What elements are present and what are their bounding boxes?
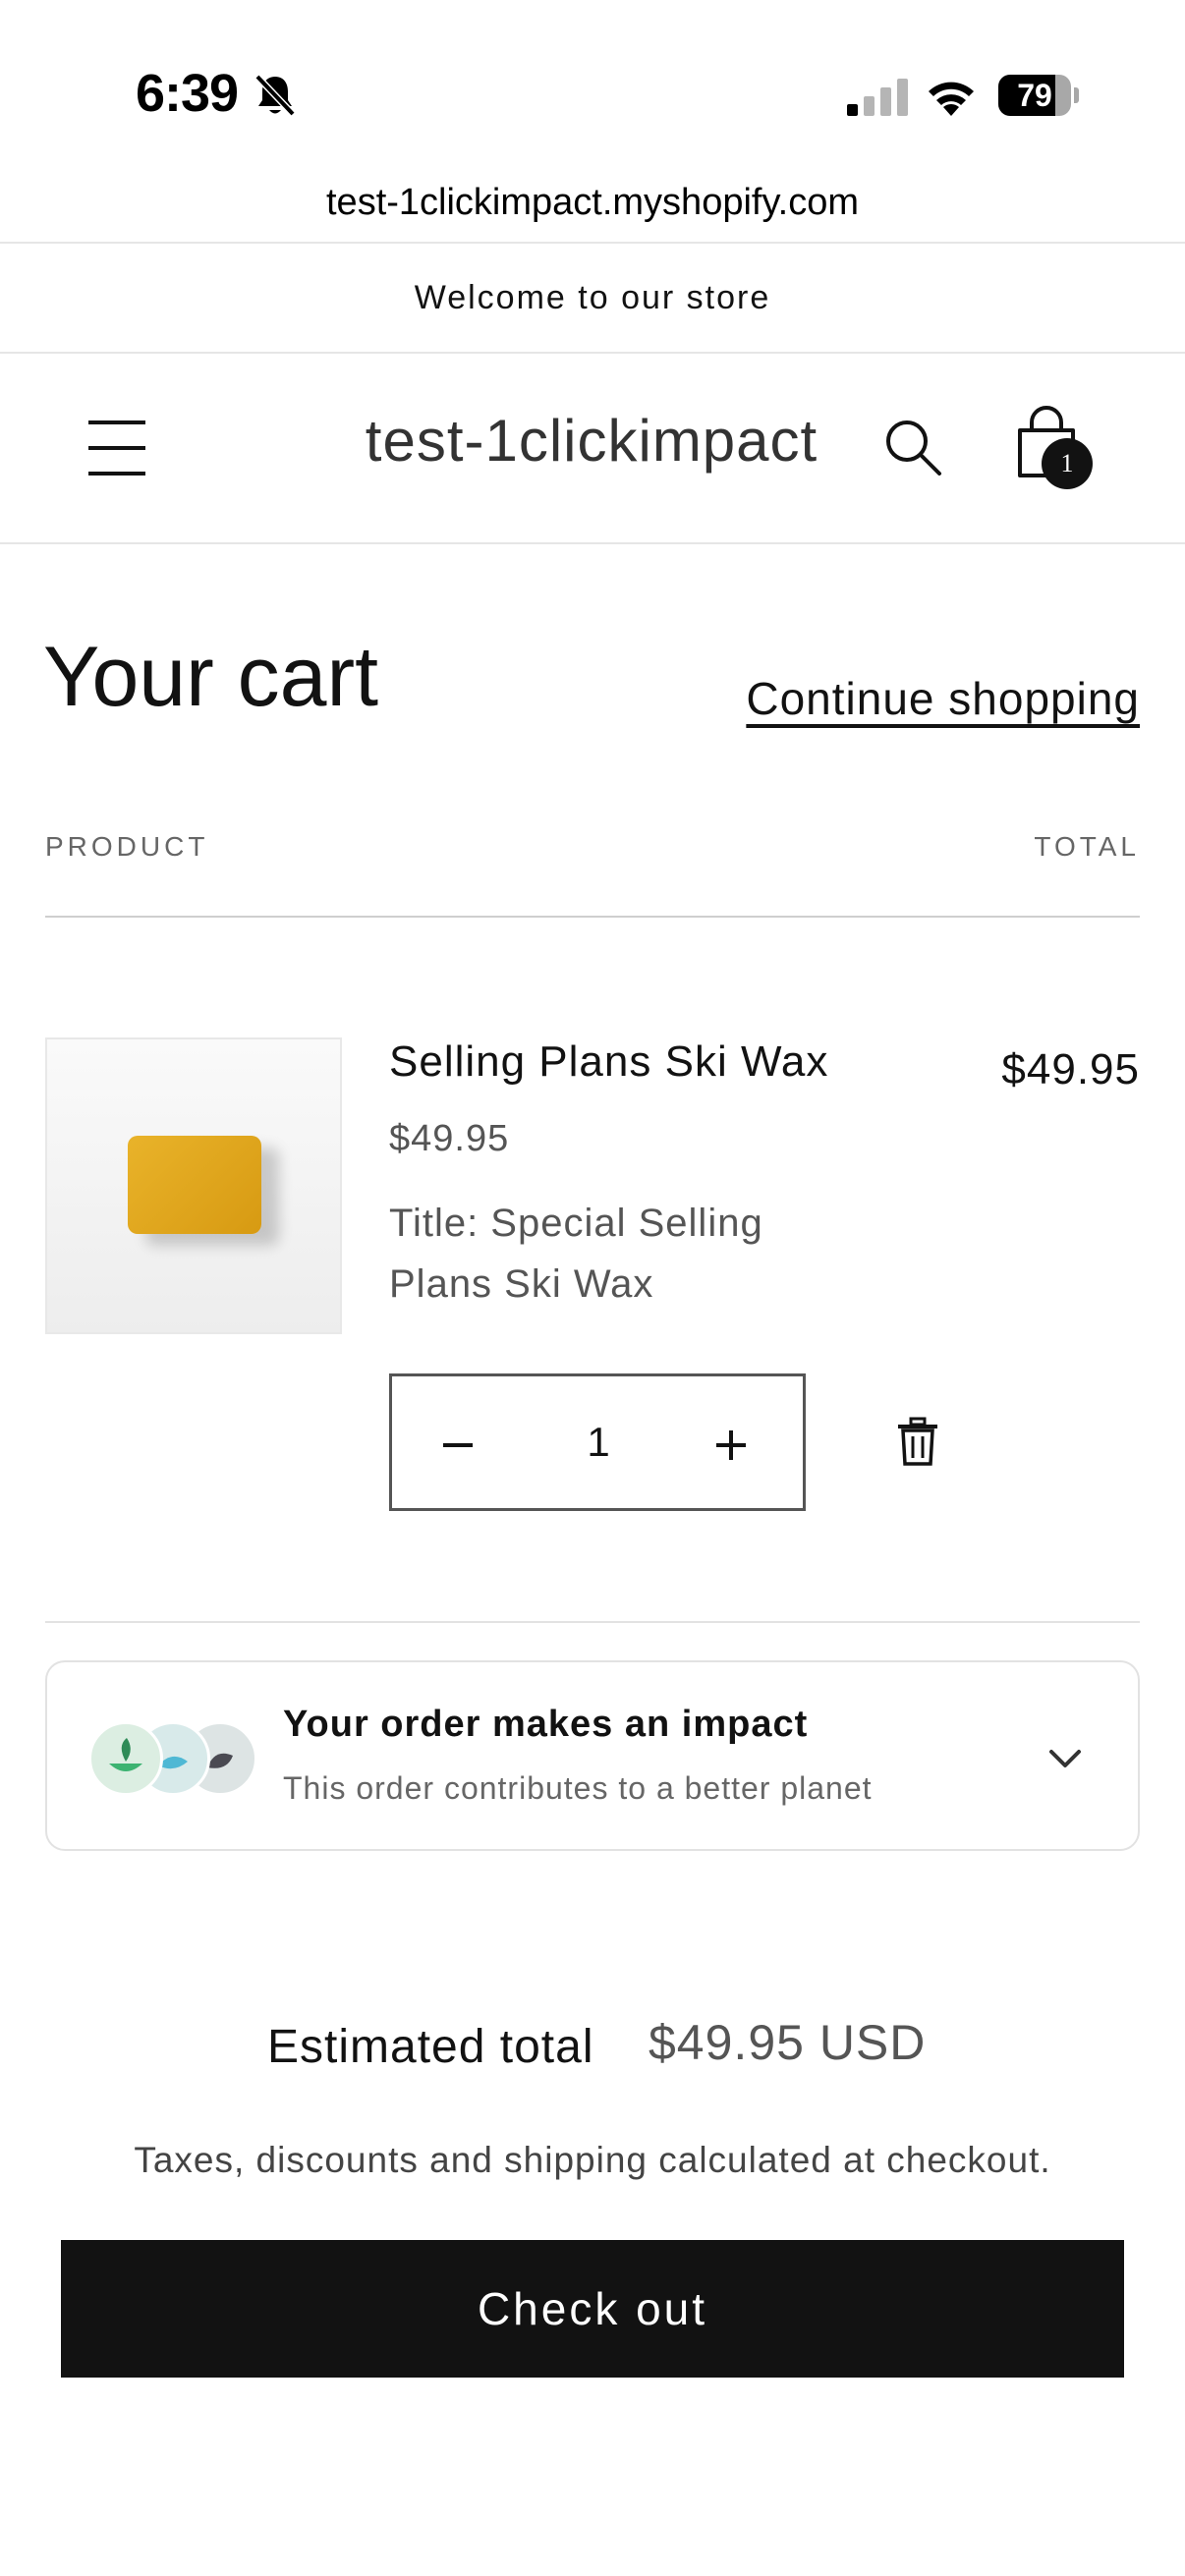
- browser-url[interactable]: test-1clickimpact.myshopify.com: [0, 173, 1185, 232]
- chevron-down-icon[interactable]: [1044, 1737, 1087, 1780]
- page-title: Your cart: [43, 630, 379, 724]
- announcement-bar: Welcome to our store: [414, 279, 771, 316]
- store-name[interactable]: test-1clickimpact: [295, 407, 888, 475]
- divider: [45, 916, 1140, 918]
- divider: [0, 352, 1185, 354]
- continue-shopping-link[interactable]: Continue shopping: [746, 672, 1140, 725]
- impact-accordion[interactable]: Your order makes an impact This order co…: [45, 1660, 1140, 1851]
- line-item-total: $49.95: [1001, 1045, 1140, 1093]
- product-unit-price: $49.95: [389, 1118, 510, 1159]
- bell-muted-icon: [254, 74, 296, 117]
- quantity-stepper: 1: [389, 1373, 806, 1511]
- quantity-input[interactable]: 1: [520, 1376, 677, 1508]
- impact-title: Your order makes an impact: [283, 1704, 809, 1745]
- impact-subtitle: This order contributes to a better plane…: [283, 1770, 873, 1806]
- wifi-icon: [929, 82, 974, 116]
- estimated-total-label: Estimated total: [267, 2021, 594, 2073]
- estimated-total-value: $49.95 USD: [649, 2015, 927, 2070]
- cellular-signal-icon: [847, 79, 908, 116]
- divider: [45, 1621, 1140, 1623]
- increase-quantity-button[interactable]: [695, 1406, 773, 1484]
- menu-icon[interactable]: [88, 420, 145, 476]
- checkout-button[interactable]: Check out: [61, 2240, 1124, 2378]
- total-column-header: TOTAL: [1034, 831, 1140, 862]
- cart-count-badge: 1: [1042, 438, 1093, 489]
- ski-wax-bar-image: [128, 1136, 261, 1234]
- search-icon[interactable]: [882, 417, 943, 477]
- divider: [0, 542, 1185, 544]
- impact-icons: [88, 1721, 257, 1796]
- tax-note: Taxes, discounts and shipping calculated…: [134, 2140, 1051, 2180]
- status-bar: 6:39 79: [0, 0, 1185, 167]
- product-option: Title: Special Selling Plans Ski Wax: [389, 1202, 763, 1306]
- battery-indicator: 79: [998, 75, 1079, 116]
- battery-level-text: 79: [1017, 78, 1052, 113]
- tree-planting-icon: [88, 1721, 163, 1796]
- product-image[interactable]: [45, 1037, 342, 1334]
- trash-icon[interactable]: [894, 1417, 941, 1468]
- product-column-header: PRODUCT: [45, 831, 209, 862]
- decrease-quantity-button[interactable]: [422, 1406, 500, 1484]
- product-name[interactable]: Selling Plans Ski Wax: [389, 1037, 828, 1087]
- status-time: 6:39: [136, 64, 239, 123]
